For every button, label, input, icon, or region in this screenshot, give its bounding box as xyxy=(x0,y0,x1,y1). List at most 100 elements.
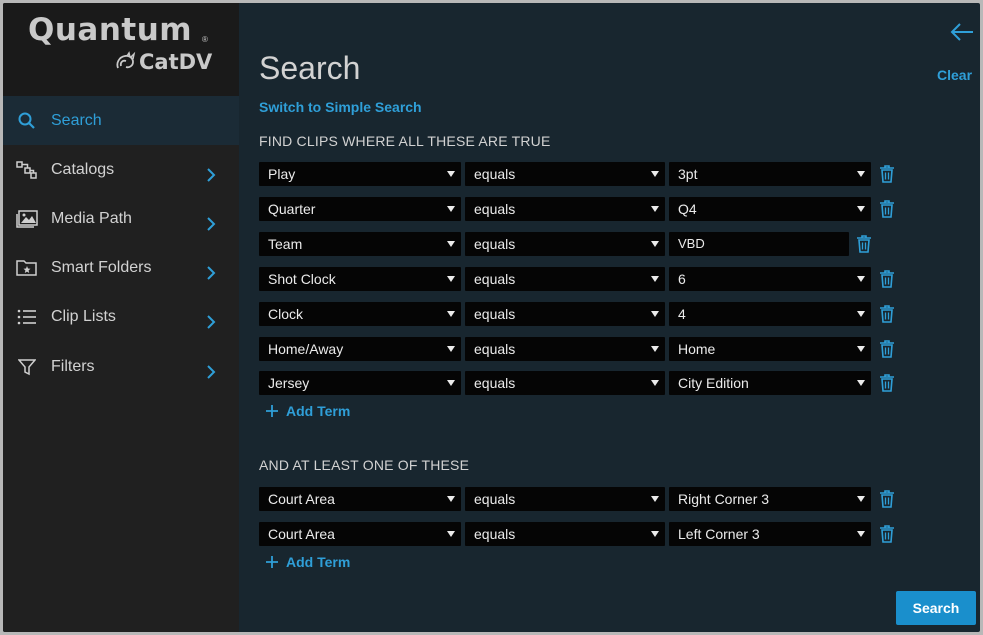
field-select[interactable]: Quarter xyxy=(259,197,461,221)
trash-icon[interactable] xyxy=(879,304,895,324)
field-select[interactable]: Play xyxy=(259,162,461,186)
term-value: 3pt xyxy=(678,166,698,182)
trash-icon[interactable] xyxy=(856,234,872,254)
trash-icon[interactable] xyxy=(879,199,895,219)
smart-folder-icon xyxy=(15,256,39,280)
term-value: 4 xyxy=(678,306,686,322)
sidebar-item-label: Media Path xyxy=(51,209,132,227)
value-select[interactable]: 4 xyxy=(669,302,871,326)
field-select[interactable]: Jersey xyxy=(259,371,461,395)
add-term-button-all[interactable]: Add Term xyxy=(265,403,350,419)
operator-select[interactable]: equals xyxy=(465,302,665,326)
caret-down-icon xyxy=(447,276,455,282)
add-term-label: Add Term xyxy=(286,554,351,570)
operator-select[interactable]: equals xyxy=(465,232,665,256)
filter-icon xyxy=(15,355,39,379)
sidebar-item-label: Smart Folders xyxy=(51,258,152,276)
caret-down-icon xyxy=(857,531,865,537)
caret-down-icon xyxy=(857,380,865,386)
caret-down-icon xyxy=(857,276,865,282)
value-select[interactable]: Home xyxy=(669,337,871,361)
chevron-right-icon xyxy=(207,217,216,231)
search-button[interactable]: Search xyxy=(896,591,976,625)
caret-down-icon xyxy=(651,346,659,352)
operator-value: equals xyxy=(474,201,516,217)
sidebar-item-label: Search xyxy=(51,111,102,129)
caret-down-icon xyxy=(651,206,659,212)
field-value: Team xyxy=(268,236,303,252)
value-select[interactable]: Left Corner 3 xyxy=(669,522,871,546)
term-value: VBD xyxy=(678,236,705,251)
sidebar-item-smart-folders[interactable]: Smart Folders xyxy=(3,243,239,292)
switch-to-simple-search-link[interactable]: Switch to Simple Search xyxy=(259,99,422,115)
field-select[interactable]: Court Area xyxy=(259,487,461,511)
operator-select[interactable]: equals xyxy=(465,162,665,186)
caret-down-icon xyxy=(447,496,455,502)
logo-quantum: Quantum xyxy=(28,12,193,48)
term-value: City Edition xyxy=(678,375,749,391)
trash-icon[interactable] xyxy=(879,489,895,509)
trash-icon[interactable] xyxy=(879,269,895,289)
term-value: Left Corner 3 xyxy=(678,526,760,542)
sidebar-item-clip-lists[interactable]: Clip Lists xyxy=(3,292,239,341)
chevron-right-icon xyxy=(207,266,216,280)
operator-value: equals xyxy=(474,271,516,287)
sidebar-item-filters[interactable]: Filters xyxy=(3,342,239,391)
caret-down-icon xyxy=(651,311,659,317)
operator-value: equals xyxy=(474,236,516,252)
operator-select[interactable]: equals xyxy=(465,522,665,546)
field-select[interactable]: Home/Away xyxy=(259,337,461,361)
value-text-input[interactable]: VBD xyxy=(669,232,849,256)
add-term-label: Add Term xyxy=(286,403,351,419)
operator-select[interactable]: equals xyxy=(465,371,665,395)
field-value: Clock xyxy=(268,306,304,322)
operator-select[interactable]: equals xyxy=(465,197,665,221)
field-value: Court Area xyxy=(268,526,335,542)
value-select[interactable]: 6 xyxy=(669,267,871,291)
sidebar-item-label: Catalogs xyxy=(51,160,115,178)
value-select[interactable]: Q4 xyxy=(669,197,871,221)
back-arrow-icon[interactable] xyxy=(949,21,975,43)
value-select[interactable]: 3pt xyxy=(669,162,871,186)
caret-down-icon xyxy=(447,206,455,212)
caret-down-icon xyxy=(857,171,865,177)
operator-select[interactable]: equals xyxy=(465,267,665,291)
list-icon xyxy=(15,305,39,329)
field-select[interactable]: Court Area xyxy=(259,522,461,546)
operator-select[interactable]: equals xyxy=(465,337,665,361)
field-value: Quarter xyxy=(268,201,316,217)
trash-icon[interactable] xyxy=(879,164,895,184)
operator-value: equals xyxy=(474,375,516,391)
term-value: 6 xyxy=(678,271,686,287)
caret-down-icon xyxy=(447,241,455,247)
field-select[interactable]: Shot Clock xyxy=(259,267,461,291)
caret-down-icon xyxy=(447,531,455,537)
any-terms-heading: AND AT LEAST ONE OF THESE xyxy=(259,457,470,473)
sidebar-item-search[interactable]: Search xyxy=(3,96,239,145)
caret-down-icon xyxy=(651,380,659,386)
term-value: Home xyxy=(678,341,716,357)
value-select[interactable]: City Edition xyxy=(669,371,871,395)
trash-icon[interactable] xyxy=(879,373,895,393)
sidebar-item-catalogs[interactable]: Catalogs xyxy=(3,145,239,194)
media-path-icon xyxy=(15,207,39,231)
logo: Quantum ® CatDV xyxy=(3,3,239,96)
search-panel: Clear Search Switch to Simple Search FIN… xyxy=(239,3,980,632)
logo-catdv: CatDV xyxy=(114,50,212,74)
field-select[interactable]: Team xyxy=(259,232,461,256)
field-value: Shot Clock xyxy=(268,271,336,287)
page-title: Search xyxy=(259,50,361,86)
clear-link[interactable]: Clear xyxy=(937,67,972,83)
caret-down-icon xyxy=(447,380,455,386)
sidebar-item-media-path[interactable]: Media Path xyxy=(3,194,239,243)
field-select[interactable]: Clock xyxy=(259,302,461,326)
add-term-button-any[interactable]: Add Term xyxy=(265,554,350,570)
operator-select[interactable]: equals xyxy=(465,487,665,511)
trash-icon[interactable] xyxy=(879,339,895,359)
trash-icon[interactable] xyxy=(879,524,895,544)
chevron-right-icon xyxy=(207,315,216,329)
caret-down-icon xyxy=(651,241,659,247)
value-select[interactable]: Right Corner 3 xyxy=(669,487,871,511)
operator-value: equals xyxy=(474,306,516,322)
caret-down-icon xyxy=(651,276,659,282)
